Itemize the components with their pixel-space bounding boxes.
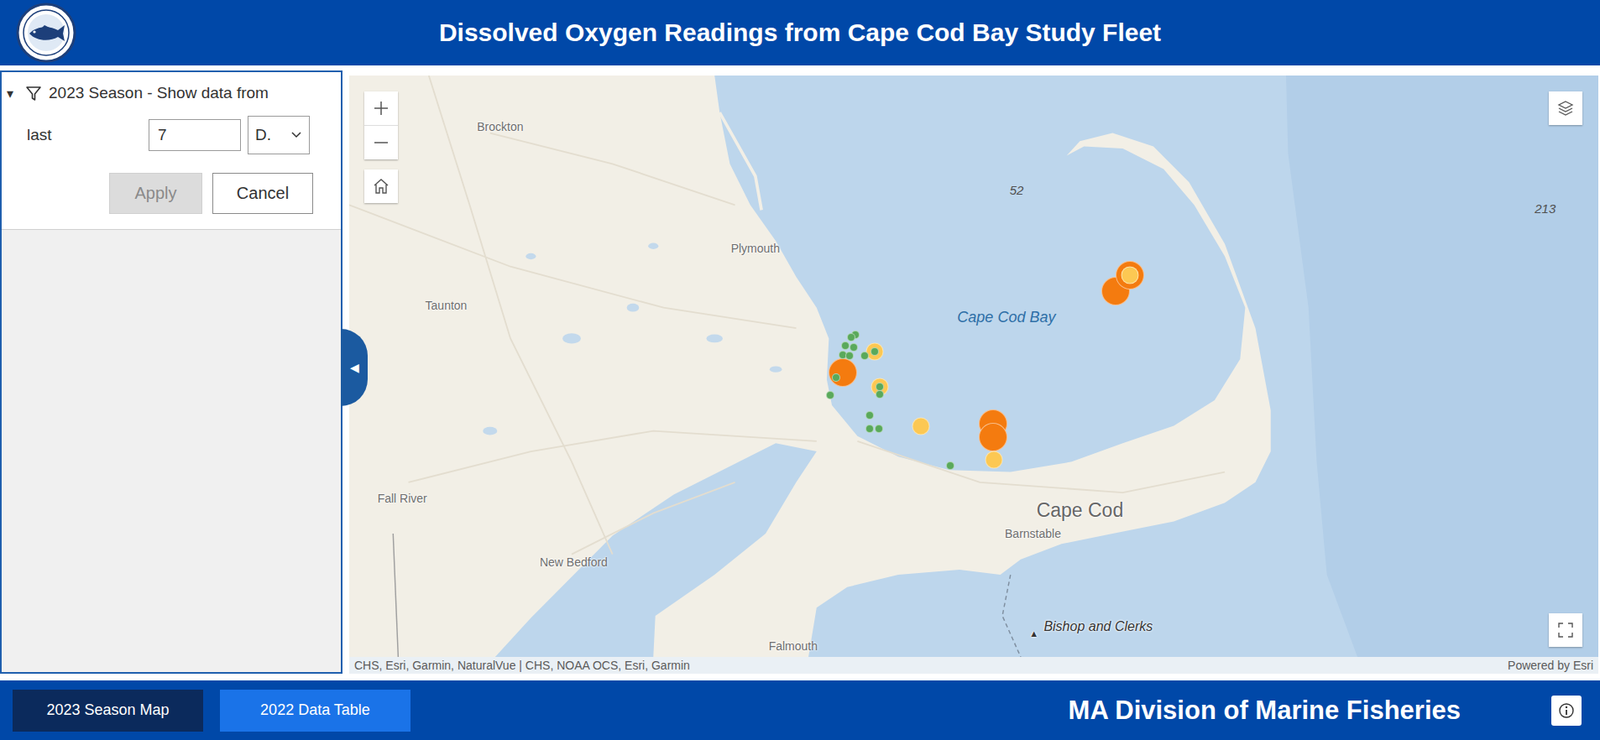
plus-icon [373, 100, 389, 116]
filter-funnel-icon [25, 84, 42, 102]
reading-point[interactable] [828, 358, 858, 387]
reading-point[interactable] [875, 390, 884, 399]
info-button[interactable] [1551, 695, 1582, 727]
map-label: ▲ [1029, 628, 1039, 639]
reading-point[interactable] [865, 424, 874, 434]
page-title: Dissolved Oxygen Readings from Cape Cod … [100, 18, 1500, 48]
footer-tab[interactable]: 2022 Data Table [219, 690, 411, 733]
main-area: ▾ 2023 Season - Show data from last D. Apply… [0, 65, 1600, 681]
attribution-text: CHS, Esri, Garmin, NaturalVue | CHS, NOA… [354, 658, 691, 673]
reading-point[interactable] [985, 450, 1004, 469]
zoom-control [364, 91, 398, 160]
home-icon [372, 177, 390, 195]
filter-row: last D. [6, 115, 314, 155]
fullscreen-button[interactable] [1548, 613, 1583, 648]
filter-label: last [26, 125, 149, 145]
reading-point[interactable] [1121, 266, 1140, 284]
info-icon [1558, 702, 1575, 720]
map-label: Bishop and Clerks [1043, 619, 1153, 635]
reading-point[interactable] [946, 461, 955, 471]
collapse-caret[interactable]: ▾ [6, 85, 19, 102]
zoom-out-button[interactable] [364, 125, 398, 160]
map-label: Plymouth [731, 241, 780, 256]
footer-bar: 2023 Season Map 2022 Data Table MA Divisio… [0, 680, 1600, 740]
map-label: Barnstable [1004, 527, 1062, 541]
filter-title: 2023 Season - Show data from [48, 83, 269, 103]
map-label: Brockton [476, 120, 523, 134]
basemap-graphic [349, 75, 1599, 658]
unit-select[interactable]: D. [247, 115, 310, 155]
chevron-down-icon [290, 129, 303, 142]
reading-point[interactable] [874, 424, 884, 434]
zoom-in-button[interactable] [364, 91, 398, 126]
minus-icon [373, 135, 389, 151]
agency-name: MA Division of Marine Fisheries [1068, 695, 1461, 727]
filter-box: ▾ 2023 Season - Show data from last D. Apply… [1, 72, 341, 231]
fullscreen-icon [1557, 622, 1574, 639]
reading-point[interactable] [826, 391, 835, 400]
reading-point[interactable] [911, 417, 930, 435]
reading-point[interactable] [865, 411, 874, 420]
reading-point[interactable] [860, 351, 869, 361]
apply-button[interactable]: Apply [109, 172, 203, 215]
reading-point[interactable] [847, 333, 856, 342]
header-bar: Dissolved Oxygen Readings from Cape Cod … [0, 0, 1600, 66]
cancel-button[interactable]: Cancel [212, 172, 314, 215]
filter-panel: ▾ 2023 Season - Show data from last D. Apply… [0, 70, 343, 675]
map-label: Fall River [377, 491, 428, 506]
map-label: 52 [1009, 182, 1025, 197]
reading-point[interactable] [870, 347, 879, 356]
map-label: Cape Cod [1036, 498, 1125, 522]
reading-point[interactable] [978, 423, 1008, 452]
days-input[interactable] [148, 119, 241, 152]
map-label: 213 [1534, 200, 1556, 215]
filter-header[interactable]: ▾ 2023 Season - Show data from [6, 83, 314, 103]
attribution-bar: CHS, Esri, Garmin, NaturalVue | CHS, NOA… [349, 657, 1599, 675]
map-label: Taunton [425, 298, 468, 313]
map-label: Cape Cod Bay [956, 308, 1056, 326]
reading-point[interactable] [831, 373, 841, 382]
powered-by-link[interactable]: Powered by Esri [1507, 658, 1594, 673]
map-label: New Bedford [539, 555, 608, 570]
layers-button[interactable] [1548, 91, 1583, 126]
layers-icon [1557, 99, 1574, 117]
map-label: Falmouth [768, 639, 818, 654]
map: Brockton Plymouth Taunton Fall River New Bed… [349, 75, 1599, 675]
reading-point[interactable] [841, 341, 850, 351]
map-canvas[interactable]: Brockton Plymouth Taunton Fall River New Bed… [349, 75, 1599, 658]
reading-point[interactable] [849, 343, 858, 352]
filter-actions: ApplyCancel [6, 172, 314, 215]
agency-logo-icon [15, 2, 77, 63]
unit-value: D. [255, 125, 272, 145]
home-button[interactable] [364, 169, 398, 204]
footer-tab[interactable]: 2023 Season Map [12, 690, 204, 733]
reading-point[interactable] [845, 351, 854, 361]
